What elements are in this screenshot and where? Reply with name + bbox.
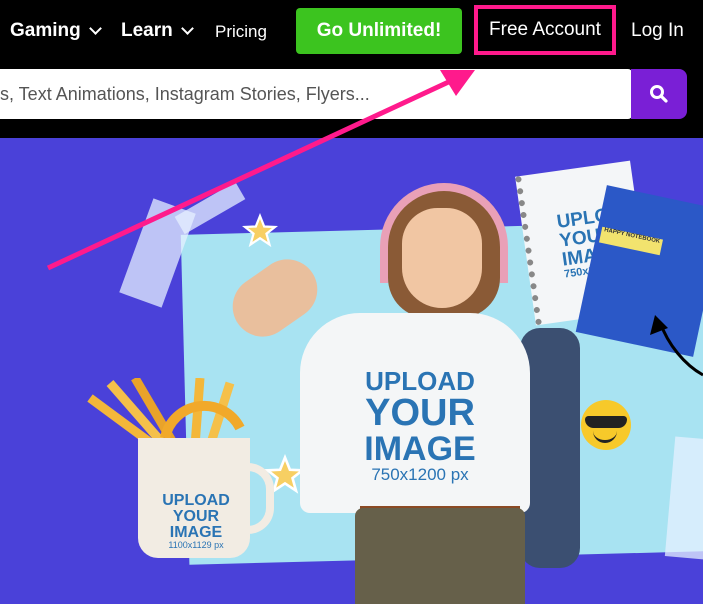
nav-gaming-dropdown[interactable]: Gaming	[10, 20, 102, 42]
mug-upload-text: UPLOAD YOUR IMAGE 1100x1129 px	[146, 493, 246, 550]
headphones	[380, 183, 508, 283]
search-bar	[0, 69, 632, 119]
go-unlimited-button[interactable]: Go Unlimited!	[296, 8, 462, 54]
go-unlimited-label: Go Unlimited!	[316, 20, 442, 41]
shirt-text-line: YOUR	[365, 392, 475, 434]
nav-learn-label: Learn	[121, 20, 173, 41]
tshirt-upload-text: UPLOAD YOUR IMAGE 750x1200 px	[335, 368, 505, 483]
shirt-text-size: 750x1200 px	[371, 465, 469, 484]
tape-strip	[174, 181, 246, 235]
nav-learn-dropdown[interactable]: Learn	[121, 20, 194, 42]
login-link[interactable]: Log In	[631, 20, 684, 42]
mug-text-line: YOUR	[172, 508, 220, 525]
free-account-button[interactable]: Free Account	[474, 5, 616, 55]
sunglasses-icon	[585, 416, 627, 428]
search-input[interactable]	[0, 69, 620, 119]
chevron-down-icon	[180, 22, 194, 35]
mug-text-line: UPLOAD	[162, 492, 230, 509]
nav-pricing-label: Pricing	[215, 22, 267, 41]
header-spacer	[0, 119, 703, 138]
mug-text-line: IMAGE	[169, 524, 223, 541]
login-label: Log In	[631, 20, 684, 41]
mug-text-size: 1100x1129 px	[168, 540, 224, 550]
star-sticker-icon	[242, 213, 278, 248]
search-button[interactable]	[631, 69, 687, 119]
free-account-label: Free Account	[489, 19, 601, 40]
nav-gaming-label: Gaming	[10, 20, 81, 41]
hero-banner[interactable]: UPLOAD YOUR IMAGE 750x10 HAPPY NOTEBOOK …	[0, 138, 703, 604]
pants	[355, 508, 525, 604]
shirt-text-line: UPLOAD	[365, 366, 475, 396]
shirt-text-line: IMAGE	[364, 430, 476, 468]
search-icon	[650, 85, 668, 103]
chevron-down-icon	[88, 22, 102, 35]
nav-pricing-link[interactable]: Pricing	[215, 22, 267, 42]
top-nav: Gaming Learn Pricing Go Unlimited! Free …	[0, 0, 703, 64]
